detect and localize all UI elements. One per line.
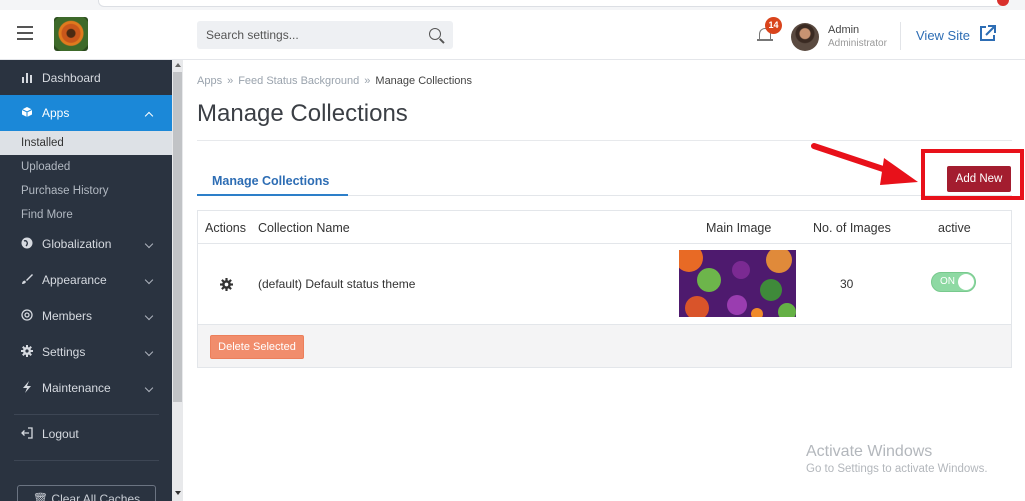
collection-name[interactable]: (default) Default status theme xyxy=(258,277,415,291)
sidebar-item-dashboard[interactable]: Dashboard xyxy=(0,60,172,96)
sidebar-item-label: Logout xyxy=(42,427,79,441)
page-title: Manage Collections xyxy=(197,100,408,127)
tab-active-underline xyxy=(197,194,348,196)
chevron-down-icon xyxy=(144,275,154,285)
collections-table: Actions Collection Name Main Image No. o… xyxy=(197,210,1012,368)
view-site-link[interactable]: View Site xyxy=(916,28,970,43)
trash-icon: 🗑 xyxy=(32,492,52,501)
breadcrumb-link-apps[interactable]: Apps xyxy=(197,75,222,87)
sidebar-item-label: Settings xyxy=(42,345,86,359)
sidebar-divider xyxy=(14,460,159,461)
gear-icon xyxy=(21,345,33,357)
add-new-button[interactable]: Add New xyxy=(947,166,1011,192)
box-icon xyxy=(21,107,33,117)
breadcrumb-link-feed-status-background[interactable]: Feed Status Background xyxy=(238,75,359,87)
sidebar-item-maintenance[interactable]: Maintenance xyxy=(0,370,172,406)
sidebar-item-appearance[interactable]: Appearance xyxy=(0,262,172,298)
chevron-down-icon xyxy=(144,347,154,357)
sidebar-item-label: Apps xyxy=(42,106,70,120)
search-input[interactable] xyxy=(197,21,427,49)
column-header-collection-name: Collection Name xyxy=(258,221,350,235)
activate-windows-subtitle: Go to Settings to activate Windows. xyxy=(806,463,988,475)
sidebar: Dashboard Apps Installed Uploaded Purcha… xyxy=(0,60,172,501)
notification-badge: 14 xyxy=(765,17,782,34)
search-box xyxy=(197,21,453,49)
external-link-icon[interactable] xyxy=(978,24,997,43)
toggle-label: ON xyxy=(940,276,955,287)
sidebar-subitem-uploaded[interactable]: Uploaded xyxy=(0,155,172,179)
browser-address-bar xyxy=(98,0,1003,7)
column-header-main-image: Main Image xyxy=(706,221,772,235)
clear-all-caches-button[interactable]: 🗑 Clear All Caches xyxy=(17,485,156,501)
hamburger-menu-icon[interactable] xyxy=(17,26,33,40)
column-header-actions: Actions xyxy=(205,221,246,235)
browser-top-strip xyxy=(0,0,1025,10)
sidebar-item-members[interactable]: Members xyxy=(0,298,172,334)
column-header-number-of-images: No. of Images xyxy=(813,221,891,235)
scroll-down-arrow-icon[interactable] xyxy=(175,491,181,495)
gear-icon[interactable] xyxy=(220,278,233,291)
bolt-icon xyxy=(23,381,31,393)
chevron-down-icon xyxy=(144,383,154,393)
avatar[interactable] xyxy=(791,23,819,51)
site-logo[interactable] xyxy=(54,17,88,51)
table-header-divider xyxy=(198,243,1011,244)
chevron-up-icon xyxy=(144,111,154,121)
sidebar-item-label: Appearance xyxy=(42,273,107,287)
delete-selected-button[interactable]: Delete Selected xyxy=(210,335,304,359)
sidebar-item-label: Dashboard xyxy=(42,71,101,85)
sidebar-scrollbar[interactable] xyxy=(172,60,183,501)
scrollbar-thumb[interactable] xyxy=(173,72,182,402)
search-icon[interactable] xyxy=(429,28,441,40)
at-icon xyxy=(21,309,33,321)
column-header-active: active xyxy=(938,221,971,235)
tab-divider xyxy=(348,195,1012,196)
globe-icon xyxy=(21,237,33,249)
sidebar-subitem-find-more[interactable]: Find More xyxy=(0,203,172,227)
top-header: 14 Admin Administrator View Site xyxy=(0,10,1025,60)
sidebar-subitem-installed[interactable]: Installed xyxy=(0,131,172,155)
active-toggle[interactable]: ON xyxy=(931,272,976,292)
chevron-down-icon xyxy=(144,311,154,321)
sidebar-item-logout[interactable]: Logout xyxy=(0,416,172,452)
bar-chart-icon xyxy=(22,73,32,83)
user-role: Administrator xyxy=(828,38,887,49)
breadcrumb: Apps» Feed Status Background» Manage Colle… xyxy=(197,75,473,87)
sidebar-item-label: Maintenance xyxy=(42,381,111,395)
collection-image-count: 30 xyxy=(840,277,854,291)
sidebar-item-globalization[interactable]: Globalization xyxy=(0,226,172,262)
tab-manage-collections[interactable]: Manage Collections xyxy=(212,174,329,188)
red-arrow-annotation xyxy=(811,143,918,185)
logout-icon xyxy=(21,427,33,439)
header-divider xyxy=(900,22,901,50)
sidebar-divider xyxy=(14,414,159,415)
breadcrumb-current: Manage Collections xyxy=(375,75,473,87)
sidebar-item-label: Members xyxy=(42,309,93,323)
sidebar-item-settings[interactable]: Settings xyxy=(0,334,172,370)
collection-main-image[interactable] xyxy=(679,250,796,317)
chevron-down-icon xyxy=(144,239,154,249)
table-footer: Delete Selected xyxy=(198,324,1011,367)
activate-windows-title: Activate Windows xyxy=(806,443,933,460)
sidebar-item-apps[interactable]: Apps xyxy=(0,95,172,131)
user-name[interactable]: Admin xyxy=(828,24,859,36)
scroll-up-arrow-icon[interactable] xyxy=(175,63,181,67)
sidebar-item-label: Globalization xyxy=(42,237,112,251)
toggle-knob xyxy=(958,274,974,290)
sidebar-subitem-purchase-history[interactable]: Purchase History xyxy=(0,179,172,203)
brush-icon xyxy=(22,274,33,284)
